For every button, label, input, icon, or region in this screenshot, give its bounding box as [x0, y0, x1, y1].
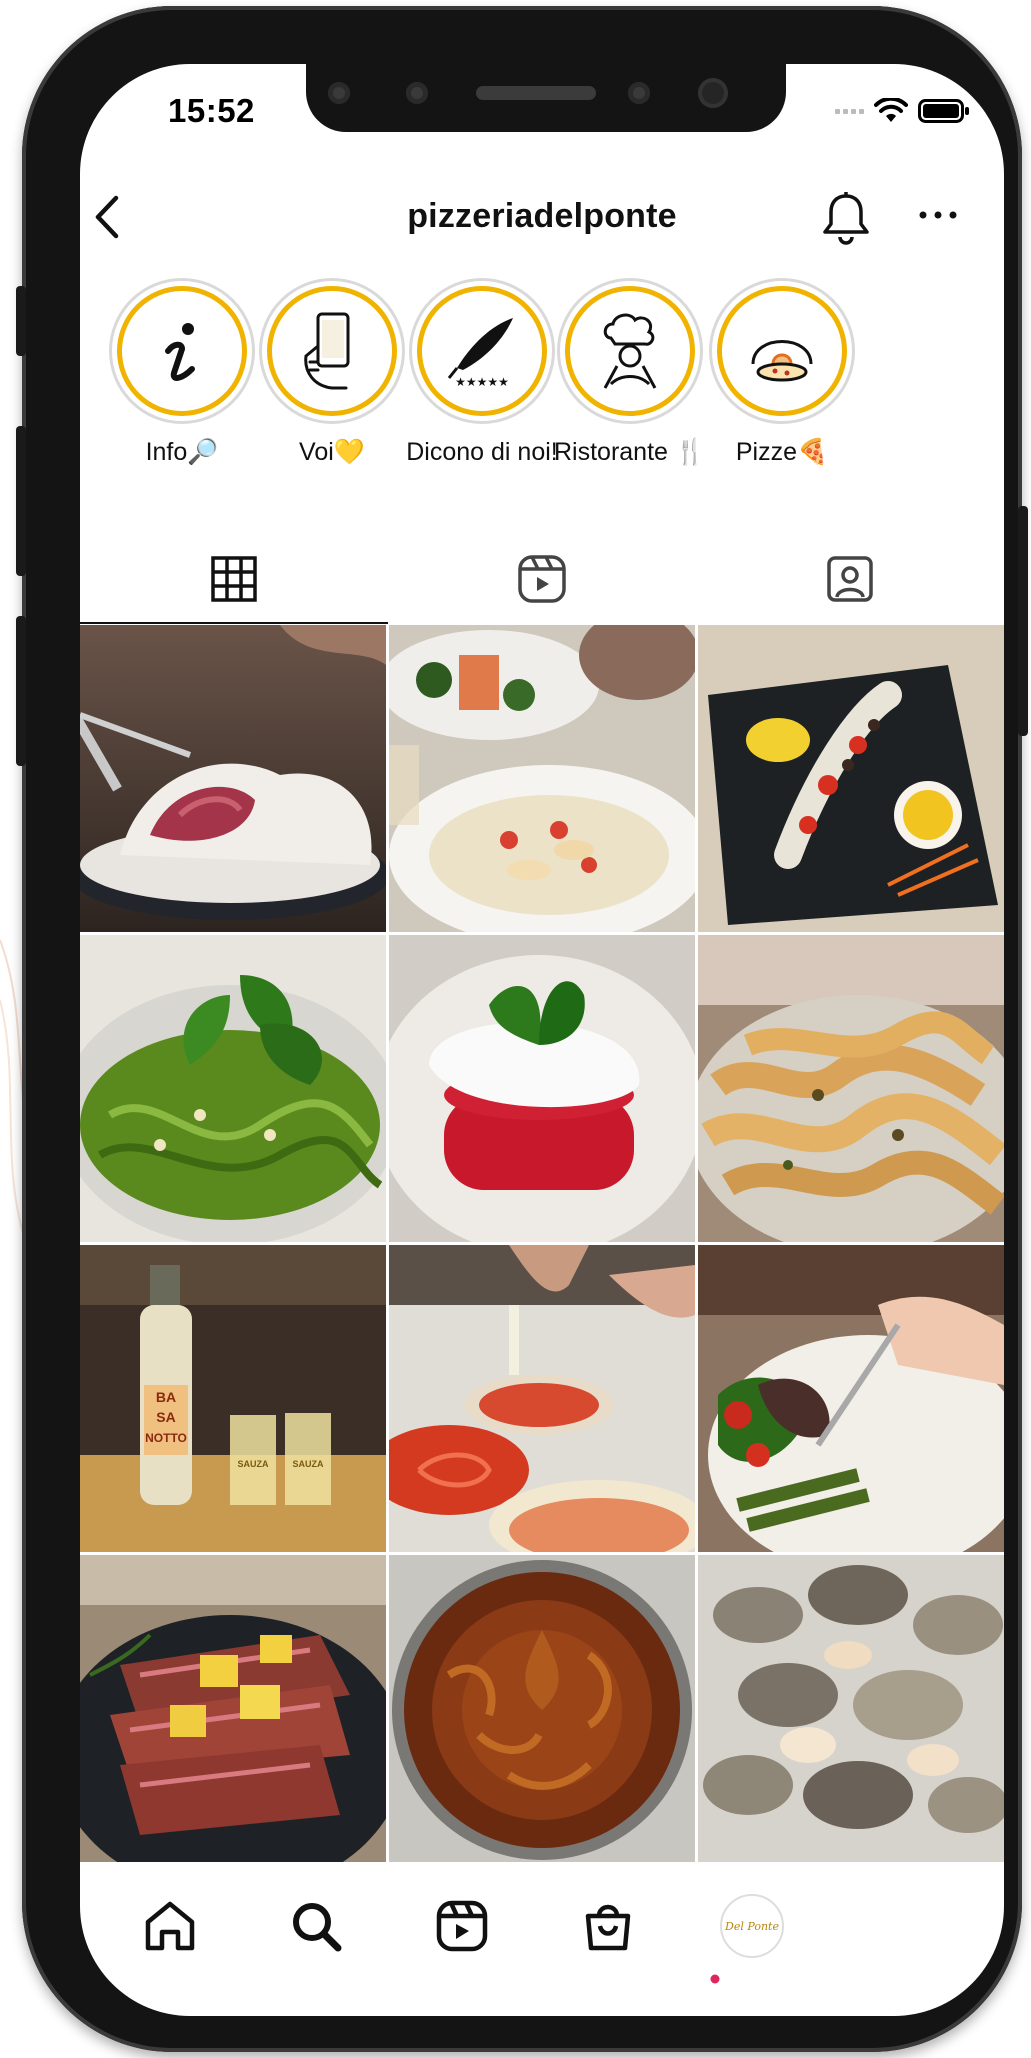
wifi-icon	[874, 98, 908, 122]
post-thumbnail[interactable]	[389, 1555, 695, 1862]
post-thumbnail[interactable]	[698, 935, 1004, 1242]
active-tab-indicator	[80, 622, 388, 624]
post-thumbnail[interactable]	[698, 1555, 1004, 1862]
quill-stars-icon: ★★★★★	[447, 318, 513, 389]
signal-icon	[835, 108, 864, 114]
tab-reels[interactable]	[388, 534, 696, 624]
speaker-grille	[476, 86, 596, 100]
glass-label: SAUZA	[293, 1459, 324, 1469]
status-time: 15:52	[168, 92, 255, 129]
nav-search[interactable]	[276, 1886, 356, 1966]
reels-icon	[518, 555, 566, 603]
highlight-pizze[interactable]: Pizze🍕	[702, 278, 862, 467]
battery-icon	[918, 99, 969, 123]
volume-up-button	[16, 426, 26, 576]
post-thumbnail[interactable]	[389, 625, 695, 932]
chef-icon	[603, 313, 657, 389]
post-thumbnail[interactable]	[698, 625, 1004, 932]
power-button	[1018, 506, 1028, 736]
tagged-person-icon	[827, 556, 873, 602]
phone-hand-icon	[304, 312, 350, 390]
nav-profile[interactable]: Del Ponte	[712, 1886, 792, 1966]
post-thumbnail[interactable]	[389, 935, 695, 1242]
post-thumbnail[interactable]	[80, 935, 386, 1242]
profile-header: pizzeriadelponte	[80, 172, 1004, 262]
tab-posts-grid[interactable]	[80, 534, 388, 624]
search-icon	[293, 1903, 342, 1952]
highlight-label: Pizze🍕	[735, 438, 829, 466]
post-thumbnail[interactable]	[80, 625, 386, 932]
notch	[306, 64, 786, 132]
glass-label: SAUZA	[238, 1459, 269, 1469]
info-icon	[165, 323, 195, 381]
highlight-label: Voi💛	[299, 438, 365, 466]
phone-frame: 15:52 pizzeriadelponte Info🔎 Voi💛 ★★★★★ …	[16, 6, 1028, 2052]
avatar-logo-text: Del Ponte	[725, 1919, 779, 1933]
silent-switch	[16, 286, 26, 356]
highlight-label: Ristorante 🍴	[553, 438, 706, 466]
avatar: Del Ponte	[720, 1894, 784, 1958]
nav-home[interactable]	[130, 1886, 210, 1966]
bottle-label-line-3: NOTTO	[145, 1431, 187, 1445]
profile-tabs	[80, 534, 1004, 624]
bottle-label-line-2: SA	[156, 1409, 175, 1425]
shop-bag-icon	[585, 1904, 631, 1951]
volume-down-button	[16, 616, 26, 766]
highlight-label: Info🔎	[145, 438, 219, 466]
grid-icon	[211, 556, 257, 602]
bottle-label-line-1: BA	[156, 1389, 176, 1405]
highlight-label: Dicono di noi!	[406, 438, 558, 466]
post-thumbnail[interactable]: BA SA NOTTO SAUZA SAUZA	[80, 1245, 386, 1552]
nav-shop[interactable]	[568, 1886, 648, 1966]
front-camera	[698, 78, 728, 108]
nav-reels[interactable]	[422, 1886, 502, 1966]
bottom-navigation: Del Ponte	[80, 1876, 1004, 1976]
post-thumbnail[interactable]	[389, 1245, 695, 1552]
post-thumbnail[interactable]	[698, 1245, 1004, 1552]
pizza-oven-icon	[751, 340, 813, 382]
highlight-info[interactable]: Info🔎	[102, 278, 262, 467]
highlight-ristorante[interactable]: Ristorante 🍴	[550, 278, 710, 467]
notification-dot	[710, 1974, 720, 1984]
post-thumbnail[interactable]	[80, 1555, 386, 1862]
status-indicators	[835, 98, 970, 124]
highlight-voi[interactable]: Voi💛	[252, 278, 412, 467]
phone-screen: 15:52 pizzeriadelponte Info🔎 Voi💛 ★★★★★ …	[80, 64, 1004, 2016]
bell-icon[interactable]	[820, 190, 872, 246]
highlight-dicono-di-noi[interactable]: ★★★★★ Dicono di noi!	[402, 278, 562, 467]
home-icon	[145, 1901, 195, 1951]
svg-text:★★★★★: ★★★★★	[455, 375, 509, 389]
reels-icon	[436, 1900, 488, 1952]
story-highlights: Info🔎 Voi💛 ★★★★★ Dicono di noi! Ristoran…	[80, 278, 1004, 488]
more-options-icon[interactable]	[916, 208, 960, 222]
tab-tagged[interactable]	[696, 534, 1004, 624]
